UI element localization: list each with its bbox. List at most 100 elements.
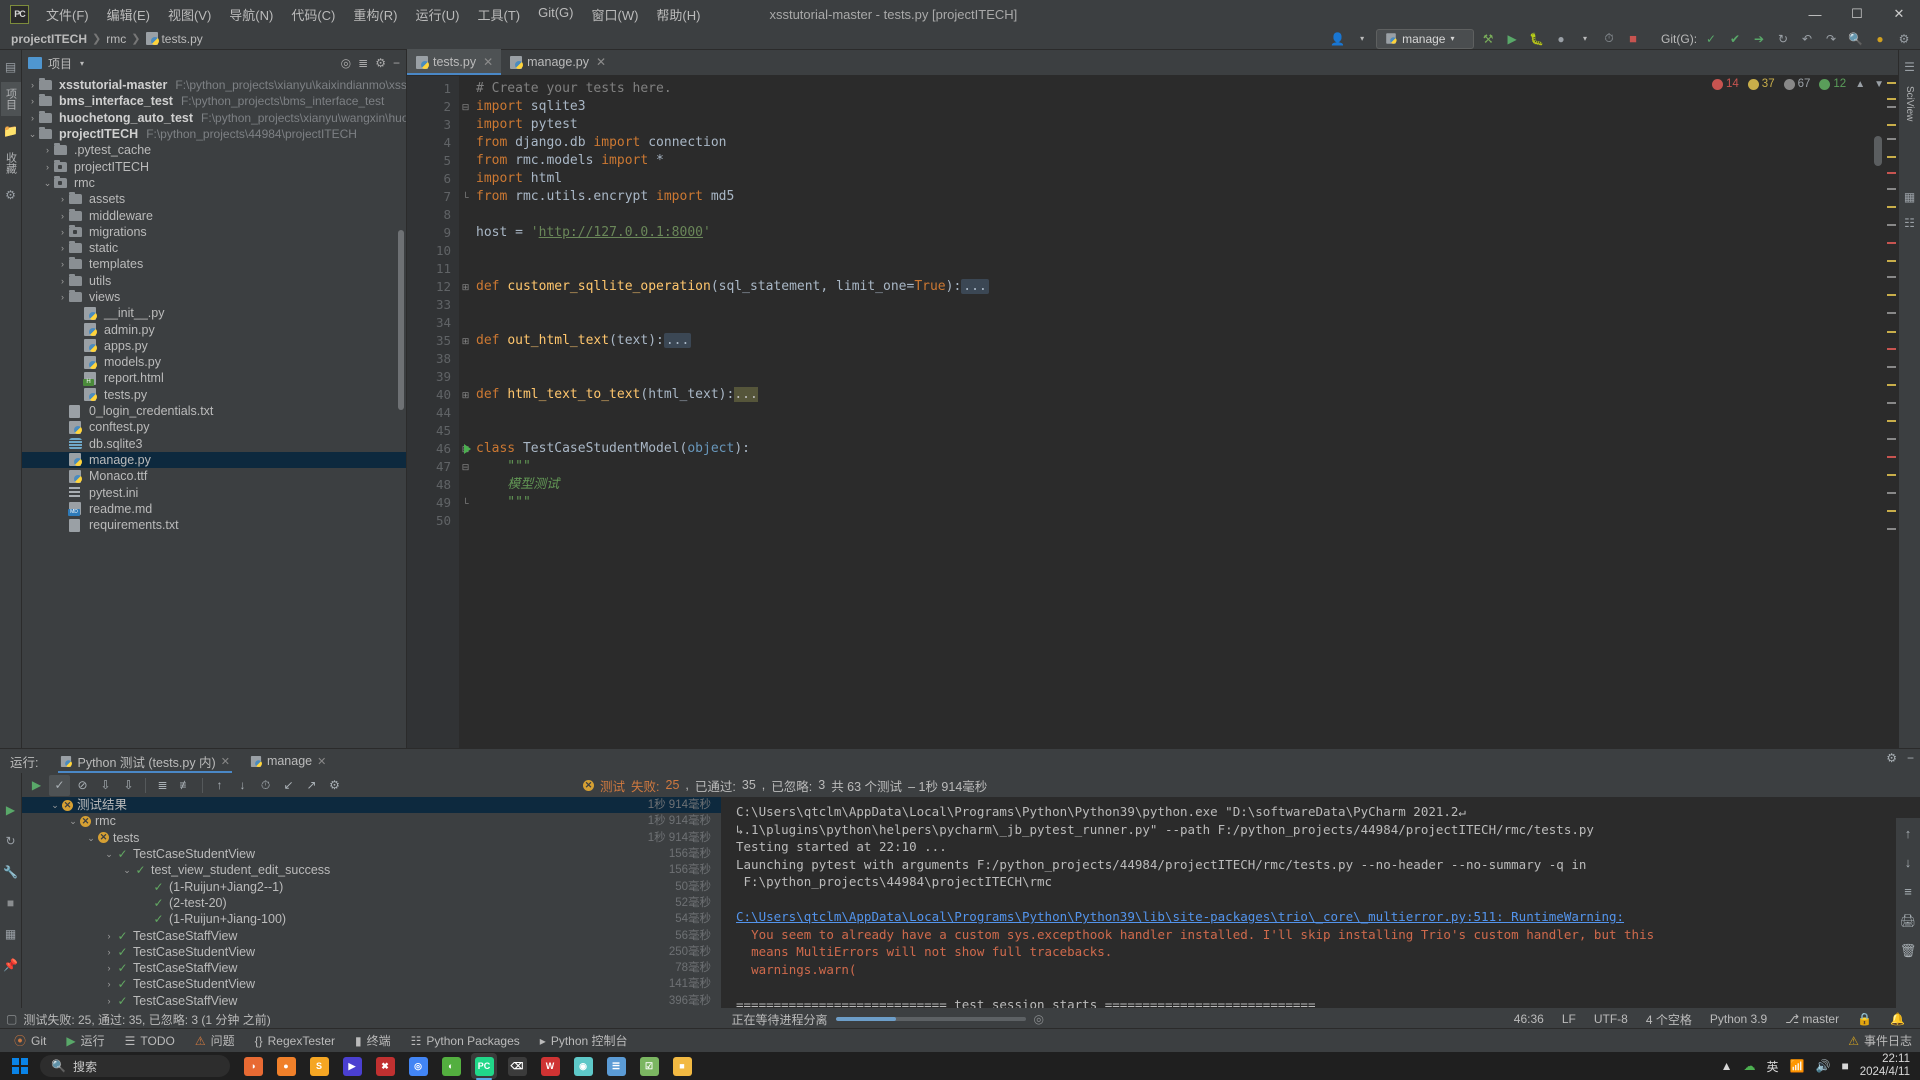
test-tree-row[interactable]: ⌄ ✕ rmc 1秒 914毫秒 <box>22 813 721 829</box>
tree-expand-arrow-icon[interactable]: ⌄ <box>48 797 62 813</box>
tree-expand-arrow-icon[interactable]: ⌄ <box>41 175 54 191</box>
lock-icon[interactable]: 🔒 <box>1848 1012 1881 1026</box>
sublime-app[interactable]: S <box>306 1053 332 1079</box>
steam-app[interactable]: ◉ <box>570 1053 596 1079</box>
line-separator[interactable]: LF <box>1553 1012 1585 1026</box>
marker-stripe[interactable] <box>1887 366 1896 368</box>
close-button[interactable]: ✕ <box>1878 0 1920 28</box>
tree-expand-arrow-icon[interactable]: › <box>56 289 69 305</box>
todo-app[interactable]: ☑ <box>636 1053 662 1079</box>
status-item-git[interactable]: ⦿ Git <box>6 1032 54 1049</box>
avatar-icon[interactable]: ● <box>1870 29 1890 49</box>
fold-marker-icon[interactable]: └ <box>459 188 472 206</box>
export-icon[interactable]: ↗ <box>301 775 322 796</box>
project-tree-item[interactable]: › xsstutorial-master F:\python_projects\xi… <box>22 77 406 93</box>
editor-tab-tests-py[interactable]: tests.py ✕ <box>407 49 502 75</box>
test-tree-row[interactable]: ⌄ ✕ tests 1秒 914毫秒 <box>22 830 721 846</box>
tree-expand-arrow-icon[interactable]: › <box>41 159 54 175</box>
tree-expand-arrow-icon[interactable]: ⌄ <box>120 862 134 878</box>
coverage-icon[interactable]: ● <box>1551 29 1571 49</box>
terminal-app[interactable]: ⌫ <box>504 1053 530 1079</box>
stop-icon[interactable]: ■ <box>1623 29 1643 49</box>
redo-icon[interactable]: ↷ <box>1821 29 1841 49</box>
test-tree-row[interactable]: ✓ (1-Ruijun+Jiang-100) 54毫秒 <box>22 911 721 927</box>
fold-marker-icon[interactable] <box>459 116 472 134</box>
fold-marker-icon[interactable] <box>459 224 472 242</box>
search-icon[interactable]: 🔍 <box>1845 29 1866 49</box>
chevron-down-icon[interactable]: ▾ <box>1352 29 1372 49</box>
fold-marker-icon[interactable] <box>459 170 472 188</box>
project-tree-item[interactable]: readme.md <box>22 501 406 517</box>
print-icon[interactable]: 🖨 <box>1900 913 1917 929</box>
stop-icon[interactable]: ■ <box>0 892 21 913</box>
project-tree-item[interactable]: db.sqlite3 <box>22 436 406 452</box>
marker-stripe[interactable] <box>1887 188 1896 190</box>
project-tree-item[interactable]: › templates <box>22 256 406 272</box>
project-tree-item[interactable]: report.html <box>22 370 406 386</box>
git-commit-icon[interactable]: ✔ <box>1725 29 1745 49</box>
tree-expand-arrow-icon[interactable]: › <box>56 273 69 289</box>
fold-marker-icon[interactable] <box>459 242 472 260</box>
marker-stripe[interactable] <box>1887 172 1896 174</box>
marker-stripe[interactable] <box>1887 456 1896 458</box>
tool-window-sciview[interactable]: SciView <box>1902 80 1917 127</box>
menu-item-code[interactable]: 代码(C) <box>282 1 344 28</box>
build-icon[interactable]: ⚒ <box>1478 29 1498 49</box>
project-tree-item[interactable]: conftest.py <box>22 419 406 435</box>
note-app[interactable]: ☰ <box>603 1053 629 1079</box>
tree-expand-arrow-icon[interactable]: › <box>102 993 116 1009</box>
marker-stripe[interactable] <box>1887 510 1896 512</box>
menu-item-help[interactable]: 帮助(H) <box>647 1 709 28</box>
taskbar-clock[interactable]: 22:11 2024/4/11 <box>1860 1053 1910 1079</box>
project-tree-item[interactable]: › huochetong_auto_test F:\python_projects\… <box>22 110 406 126</box>
project-tree-item[interactable]: __init__.py <box>22 305 406 321</box>
python-interpreter[interactable]: Python 3.9 <box>1701 1012 1776 1026</box>
xmind-app[interactable]: ✖ <box>372 1053 398 1079</box>
project-tree-item[interactable]: › middleware <box>22 207 406 223</box>
marker-stripe[interactable] <box>1887 402 1896 404</box>
project-tree-item[interactable]: admin.py <box>22 321 406 337</box>
collapse-all-icon[interactable]: ≣ <box>358 56 368 70</box>
fold-marker-icon[interactable]: ⊞ <box>459 386 472 404</box>
project-tree-item[interactable]: pytest.ini <box>22 484 406 500</box>
menu-item-window[interactable]: 窗口(W) <box>582 1 647 28</box>
history-icon[interactable]: ⏱ <box>255 775 276 796</box>
git-push-icon[interactable]: ➔ <box>1749 29 1769 49</box>
paint3d-app[interactable]: ◐ <box>438 1053 464 1079</box>
git-history-icon[interactable]: ↻ <box>1773 29 1793 49</box>
menu-item-git[interactable]: Git(G) <box>529 1 582 28</box>
menu-item-run[interactable]: 运行(U) <box>406 1 468 28</box>
marker-stripe[interactable] <box>1887 260 1896 262</box>
project-tree-item[interactable]: › migrations <box>22 224 406 240</box>
inspection-icon[interactable]: ▢ <box>6 1012 17 1026</box>
notifications-icon[interactable]: ☰ <box>1900 57 1920 77</box>
marker-stripe[interactable] <box>1887 276 1896 278</box>
fold-marker-icon[interactable] <box>459 206 472 224</box>
project-tree-item[interactable]: requirements.txt <box>22 517 406 533</box>
error-count[interactable]: 14 <box>1712 78 1739 90</box>
fold-marker-icon[interactable] <box>459 296 472 314</box>
database-icon[interactable]: ▦ <box>1900 187 1920 207</box>
project-vertical-scrollbar[interactable] <box>398 230 404 410</box>
pin-icon[interactable]: 📌 <box>0 954 21 975</box>
status-item-terminal[interactable]: ▮ 终端 <box>347 1032 399 1049</box>
settings-icon[interactable]: ⚙ <box>1886 751 1897 765</box>
marker-stripe[interactable] <box>1887 82 1896 84</box>
scroll-up-icon[interactable]: ↑ <box>1905 826 1912 841</box>
taskbar-search-box[interactable]: 🔍 搜索 <box>40 1055 230 1077</box>
fold-marker-icon[interactable] <box>459 314 472 332</box>
status-item-python-console[interactable]: ▸ Python 控制台 <box>532 1032 636 1049</box>
cloud-icon[interactable]: ☁ <box>1744 1059 1756 1073</box>
next-failed-icon[interactable]: ↓ <box>232 775 253 796</box>
volume-icon[interactable]: 🔊 <box>1815 1059 1830 1073</box>
maximize-button[interactable]: ☐ <box>1836 0 1878 28</box>
project-tree-item[interactable]: › static <box>22 240 406 256</box>
test-tree-row[interactable]: › ✓ TestCaseStaffView 396毫秒 <box>22 993 721 1009</box>
close-icon[interactable]: ✕ <box>596 55 606 69</box>
project-tree-item[interactable]: Monaco.ttf <box>22 468 406 484</box>
fold-marker-icon[interactable]: ⊟ <box>459 98 472 116</box>
marker-stripe[interactable] <box>1887 206 1896 208</box>
project-tree-item[interactable]: › assets <box>22 191 406 207</box>
minimize-icon[interactable]: − <box>1907 751 1914 765</box>
firefox-app[interactable]: ● <box>273 1053 299 1079</box>
